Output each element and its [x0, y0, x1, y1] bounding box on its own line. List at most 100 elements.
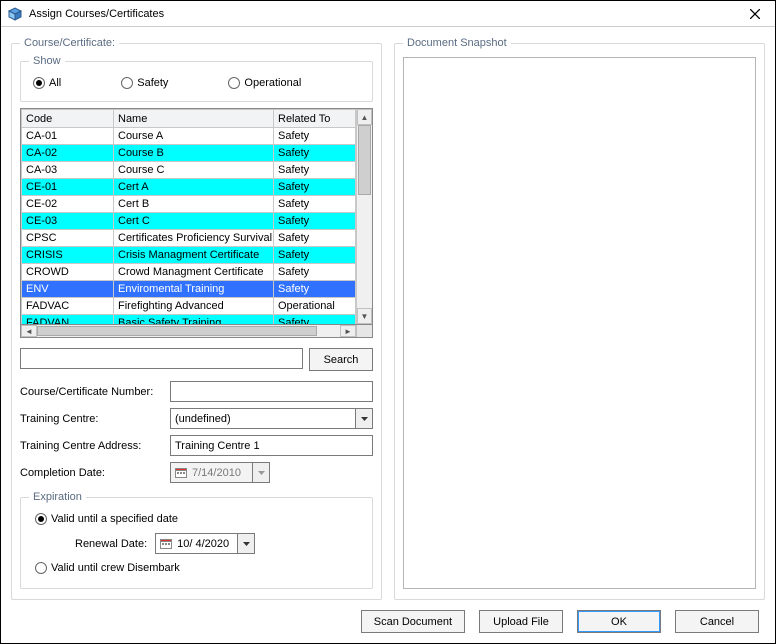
cell-name: Course C — [114, 162, 274, 179]
expiration-group: Expiration Valid until a specified date … — [20, 491, 373, 589]
scroll-down-icon[interactable]: ▼ — [357, 308, 372, 324]
show-group: Show All Safety Operational — [20, 55, 373, 102]
cell-rel: Safety — [274, 230, 356, 247]
cell-rel: Safety — [274, 264, 356, 281]
table-row[interactable]: FADVACFirefighting AdvancedOperational — [22, 298, 356, 315]
ok-button[interactable]: OK — [577, 610, 661, 633]
cell-rel: Safety — [274, 128, 356, 145]
cell-code: CE-03 — [22, 213, 114, 230]
radio-label: Operational — [244, 77, 301, 89]
cell-rel: Safety — [274, 162, 356, 179]
horizontal-scrollbar[interactable]: ◄ ► — [20, 325, 373, 338]
chevron-down-icon[interactable] — [237, 534, 254, 553]
renewal-date-picker[interactable]: 10/ 4/2020 — [155, 533, 255, 554]
titlebar: Assign Courses/Certificates — [1, 1, 775, 27]
course-table[interactable]: Code Name Related To CA-01Course ASafety… — [21, 109, 356, 324]
search-button[interactable]: Search — [309, 348, 373, 371]
training-centre-address-input[interactable] — [170, 435, 373, 456]
completion-date-label: Completion Date: — [20, 467, 170, 479]
radio-icon — [35, 513, 47, 525]
table-row[interactable]: CRISISCrisis Managment CertificateSafety — [22, 247, 356, 264]
scroll-right-icon[interactable]: ► — [340, 325, 356, 337]
radio-label: All — [49, 77, 61, 89]
training-centre-address-label: Training Centre Address: — [20, 440, 170, 452]
table-row[interactable]: CA-03Course CSafety — [22, 162, 356, 179]
cell-rel: Safety — [274, 196, 356, 213]
table-row[interactable]: CA-02Course BSafety — [22, 145, 356, 162]
table-row[interactable]: CE-03Cert CSafety — [22, 213, 356, 230]
cell-code: CPSC — [22, 230, 114, 247]
cell-code: CRISIS — [22, 247, 114, 264]
completion-date-picker[interactable]: 7/14/2010 — [170, 462, 270, 483]
radio-icon — [121, 77, 133, 89]
chevron-down-icon[interactable] — [355, 409, 372, 428]
training-centre-label: Training Centre: — [20, 413, 170, 425]
scroll-up-icon[interactable]: ▲ — [357, 109, 372, 125]
cell-code: CA-02 — [22, 145, 114, 162]
dialog-button-row: Scan Document Upload File OK Cancel — [11, 600, 765, 633]
cell-name: Crowd Managment Certificate — [114, 264, 274, 281]
cancel-button[interactable]: Cancel — [675, 610, 759, 633]
scroll-thumb-horizontal[interactable] — [37, 326, 317, 336]
table-row[interactable]: CE-01Cert ASafety — [22, 179, 356, 196]
table-row[interactable]: CROWDCrowd Managment CertificateSafety — [22, 264, 356, 281]
upload-file-button[interactable]: Upload File — [479, 610, 563, 633]
cell-name: Enviromental Training — [114, 281, 274, 298]
radio-icon — [33, 77, 45, 89]
radio-valid-until-disembark[interactable]: Valid until crew Disembark — [35, 562, 358, 574]
radio-label: Valid until a specified date — [51, 513, 178, 525]
vertical-scrollbar[interactable]: ▲ ▼ — [356, 109, 372, 324]
table-row[interactable]: ENVEnviromental TrainingSafety — [22, 281, 356, 298]
show-radio-row: All Safety Operational — [29, 73, 364, 91]
scroll-corner — [356, 325, 372, 337]
cell-code: ENV — [22, 281, 114, 298]
cell-rel: Safety — [274, 315, 356, 325]
radio-show-all[interactable]: All — [33, 77, 61, 89]
cert-number-input[interactable] — [170, 381, 373, 402]
cell-rel: Safety — [274, 281, 356, 298]
calendar-icon — [156, 534, 173, 553]
radio-valid-until-date[interactable]: Valid until a specified date — [35, 513, 358, 525]
cell-rel: Safety — [274, 247, 356, 264]
close-button[interactable] — [741, 4, 769, 24]
radio-label: Valid until crew Disembark — [51, 562, 180, 574]
cell-name: Basic Safety Training — [114, 315, 274, 325]
cell-code: CE-01 — [22, 179, 114, 196]
show-legend: Show — [29, 55, 65, 67]
expiration-legend: Expiration — [29, 491, 86, 503]
scroll-thumb-vertical[interactable] — [358, 125, 371, 195]
cell-code: CA-03 — [22, 162, 114, 179]
training-centre-combo[interactable]: (undefined) — [170, 408, 373, 429]
course-grid[interactable]: Code Name Related To CA-01Course ASafety… — [20, 108, 373, 325]
calendar-icon — [171, 463, 188, 482]
col-header-related[interactable]: Related To — [274, 110, 356, 128]
document-snapshot-area — [403, 57, 756, 589]
table-row[interactable]: CE-02Cert BSafety — [22, 196, 356, 213]
training-centre-value: (undefined) — [171, 413, 355, 425]
radio-show-safety[interactable]: Safety — [121, 77, 168, 89]
cell-name: Firefighting Advanced — [114, 298, 274, 315]
renewal-date-label: Renewal Date: — [75, 538, 147, 550]
cell-rel: Safety — [274, 145, 356, 162]
scan-document-button[interactable]: Scan Document — [361, 610, 465, 633]
scroll-left-icon[interactable]: ◄ — [21, 325, 37, 337]
cell-rel: Safety — [274, 179, 356, 196]
cell-name: Certificates Proficiency Survival — [114, 230, 274, 247]
completion-date-value: 7/14/2010 — [188, 467, 252, 479]
cell-code: FADVAN — [22, 315, 114, 325]
radio-show-operational[interactable]: Operational — [228, 77, 301, 89]
cell-code: CE-02 — [22, 196, 114, 213]
course-certificate-legend: Course/Certificate: — [20, 37, 119, 49]
radio-icon — [228, 77, 240, 89]
search-input[interactable] — [20, 348, 303, 369]
cell-code: CA-01 — [22, 128, 114, 145]
table-row[interactable]: CA-01Course ASafety — [22, 128, 356, 145]
radio-icon — [35, 562, 47, 574]
table-row[interactable]: FADVANBasic Safety TrainingSafety — [22, 315, 356, 325]
table-row[interactable]: CPSCCertificates Proficiency SurvivalSaf… — [22, 230, 356, 247]
cell-name: Course B — [114, 145, 274, 162]
cell-name: Cert B — [114, 196, 274, 213]
chevron-down-icon[interactable] — [252, 463, 269, 482]
col-header-name[interactable]: Name — [114, 110, 274, 128]
col-header-code[interactable]: Code — [22, 110, 114, 128]
